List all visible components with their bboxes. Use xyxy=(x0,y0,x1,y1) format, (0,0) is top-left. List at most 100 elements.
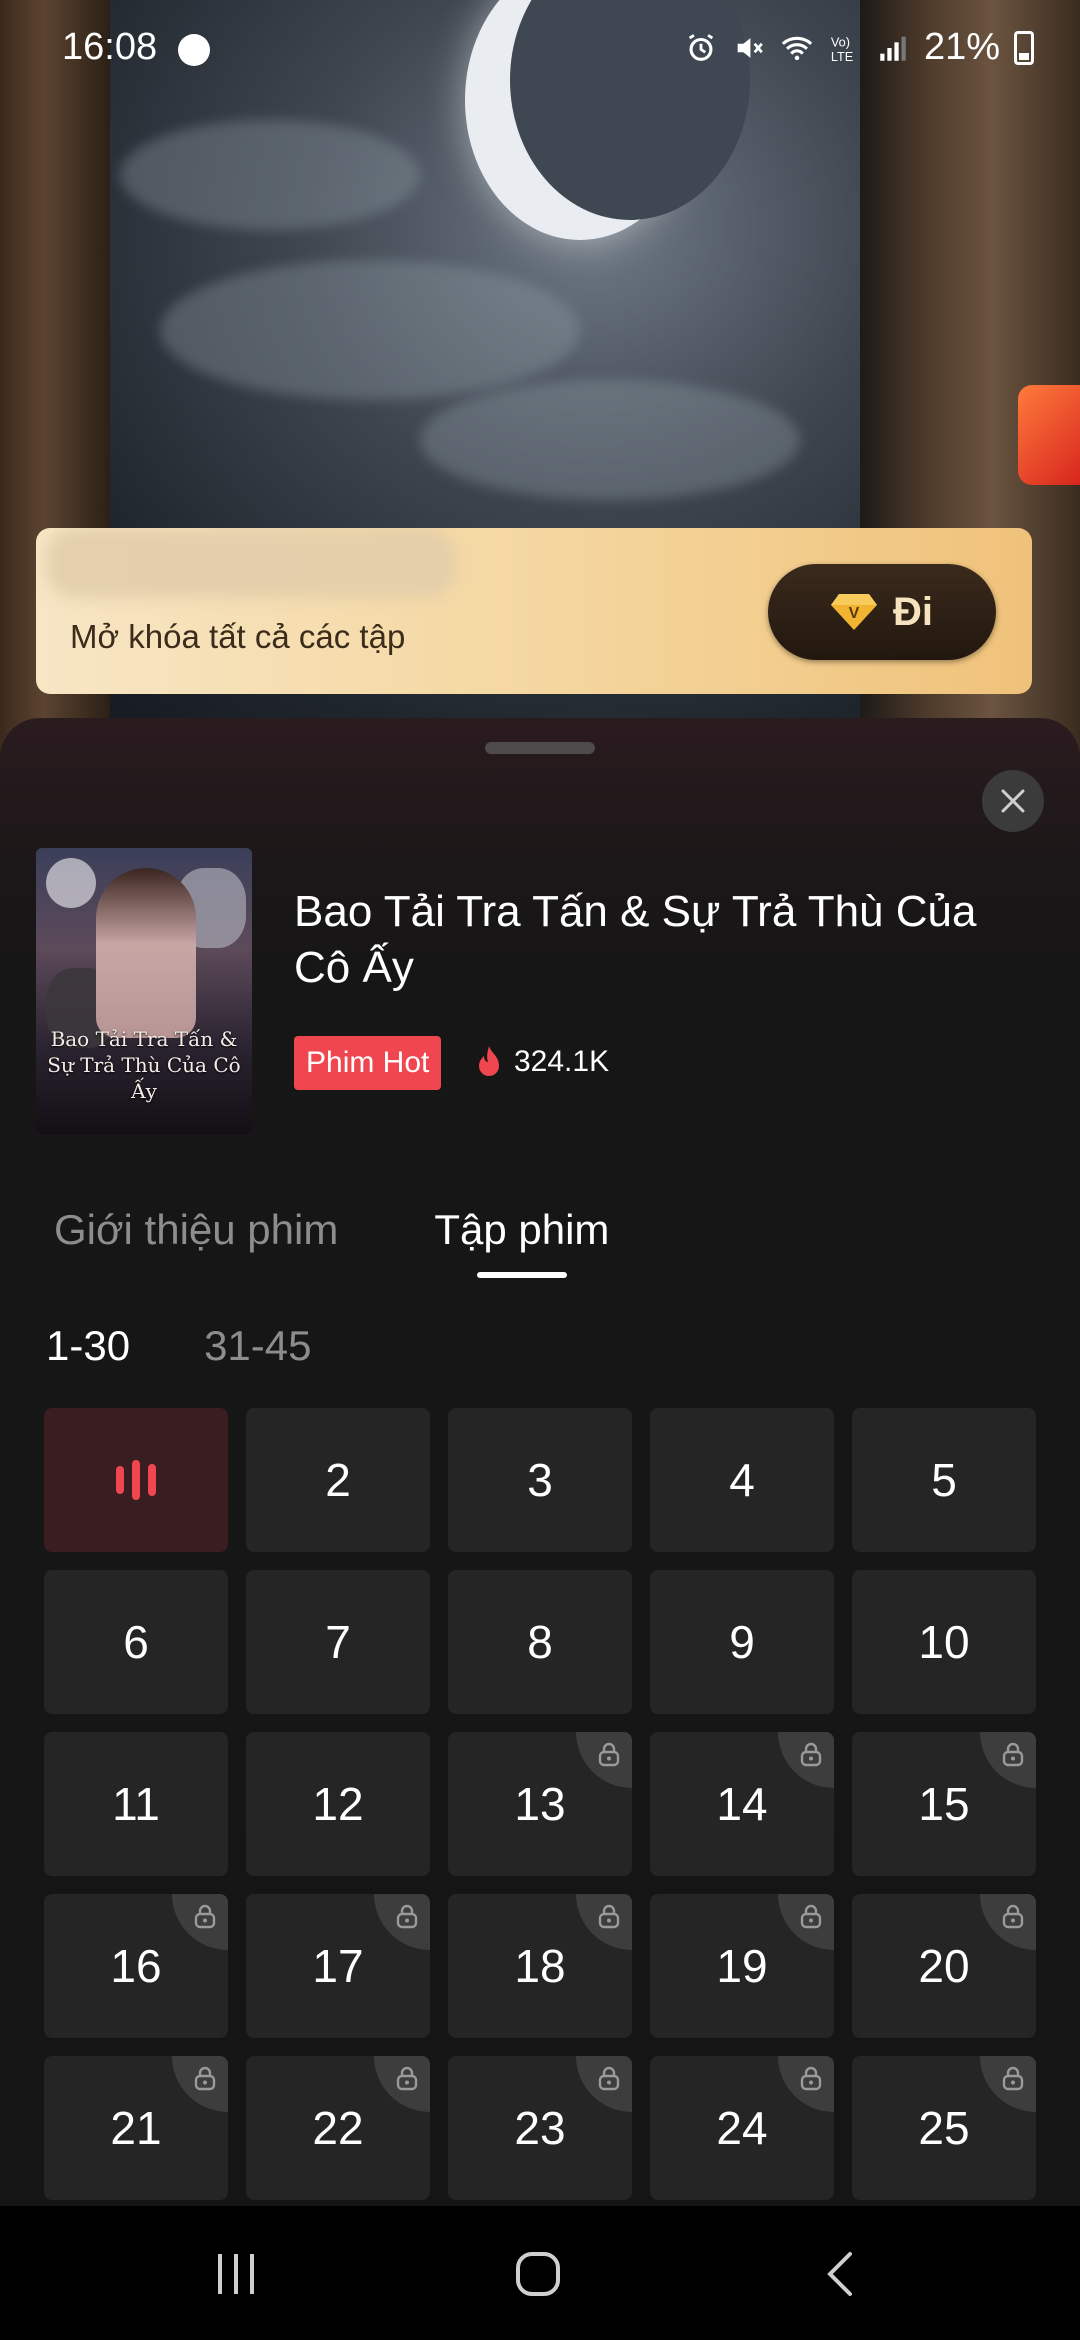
recent-apps-icon xyxy=(218,2254,254,2294)
episode-tile-21[interactable]: 21 xyxy=(44,2056,228,2200)
flame-icon xyxy=(479,1046,499,1076)
system-nav-bar xyxy=(0,2206,1080,2340)
lock-icon xyxy=(576,2056,632,2112)
episode-tile-17[interactable]: 17 xyxy=(246,1894,430,2038)
svg-text:Vo): Vo) xyxy=(831,34,850,49)
episode-number: 17 xyxy=(312,1940,364,1992)
signal-icon xyxy=(880,36,906,61)
episode-grid: 2 3 4 5 6 7 8 9 10 11 12 13 14 15 16 17 18 19 20 21 22 23 24 25 xyxy=(44,1408,1036,2200)
episode-tile-15[interactable]: 15 xyxy=(852,1732,1036,1876)
status-bar: 16:08 Vo) LTE 21% xyxy=(0,0,1080,100)
lock-icon xyxy=(980,2056,1036,2112)
svg-text:V: V xyxy=(849,605,860,622)
wifi-icon xyxy=(781,36,813,60)
episode-number: 4 xyxy=(729,1454,755,1506)
lock-icon xyxy=(778,2056,834,2112)
lock-icon xyxy=(374,2056,430,2112)
lock-icon xyxy=(980,1894,1036,1950)
poster-figure xyxy=(96,868,196,1038)
close-icon xyxy=(1001,789,1025,813)
svg-text:LTE: LTE xyxy=(831,48,853,63)
volte-icon: Vo)LTE xyxy=(831,34,853,63)
range-1-30[interactable]: 1-30 xyxy=(46,1322,130,1370)
episode-range-selector: 1-30 31-45 xyxy=(46,1322,311,1370)
go-button-label: Đi xyxy=(893,589,933,634)
gift-icon[interactable] xyxy=(1018,385,1080,485)
episode-number: 15 xyxy=(918,1778,970,1830)
episode-tile-19[interactable]: 19 xyxy=(650,1894,834,2038)
hot-badge: Phim Hot xyxy=(294,1036,442,1090)
episode-tile-23[interactable]: 23 xyxy=(448,2056,632,2200)
tab-episodes[interactable]: Tập phim xyxy=(434,1206,609,1254)
episode-number: 8 xyxy=(527,1616,553,1668)
episode-tile-6[interactable]: 6 xyxy=(44,1570,228,1714)
episode-number: 12 xyxy=(312,1778,364,1830)
episode-tile-22[interactable]: 22 xyxy=(246,2056,430,2200)
sheet-drag-handle[interactable] xyxy=(485,742,595,754)
battery-icon xyxy=(1014,30,1034,65)
range-31-45[interactable]: 31-45 xyxy=(204,1322,311,1370)
episode-number: 9 xyxy=(729,1616,755,1668)
episode-number: 20 xyxy=(918,1940,970,1992)
episode-number: 7 xyxy=(325,1616,351,1668)
episode-number: 23 xyxy=(514,2102,566,2154)
episode-number: 21 xyxy=(110,2102,162,2154)
vip-gem-icon: V xyxy=(831,594,877,630)
episode-number: 2 xyxy=(325,1454,351,1506)
view-count: 324.1K xyxy=(474,1044,609,1080)
episode-tile-3[interactable]: 3 xyxy=(448,1408,632,1552)
lock-icon xyxy=(576,1732,632,1788)
episode-number: 24 xyxy=(716,2102,768,2154)
view-count-value: 324.1K xyxy=(514,1045,610,1078)
episode-tile-5[interactable]: 5 xyxy=(852,1408,1036,1552)
home-icon xyxy=(516,2252,560,2296)
episode-tile-24[interactable]: 24 xyxy=(650,2056,834,2200)
poster-title: Bao Tải Tra Tấn & Sự Trả Thù Của Cô Ấy xyxy=(47,1027,241,1103)
status-time: 16:08 xyxy=(62,26,158,68)
show-title: Bao Tải Tra Tấn & Sự Trả Thù Của Cô Ấy xyxy=(294,887,977,992)
episode-tile-20[interactable]: 20 xyxy=(852,1894,1036,2038)
episode-tile-10[interactable]: 10 xyxy=(852,1570,1036,1714)
back-icon xyxy=(827,2252,852,2296)
episode-tile-8[interactable]: 8 xyxy=(448,1570,632,1714)
episode-tile-4[interactable]: 4 xyxy=(650,1408,834,1552)
recent-apps-button[interactable] xyxy=(196,2242,276,2306)
battery-percent: 21% xyxy=(923,26,1000,68)
now-playing-icon xyxy=(116,1460,156,1500)
lock-icon xyxy=(778,1894,834,1950)
episode-number: 13 xyxy=(514,1778,566,1830)
back-button[interactable] xyxy=(800,2242,880,2306)
episode-tile-2[interactable]: 2 xyxy=(246,1408,430,1552)
episode-tile-7[interactable]: 7 xyxy=(246,1570,430,1714)
close-button[interactable] xyxy=(982,770,1044,832)
go-button[interactable]: V Đi xyxy=(768,564,996,660)
lock-icon xyxy=(980,1732,1036,1788)
tab-intro[interactable]: Giới thiệu phim xyxy=(54,1206,338,1254)
blurred-user-name xyxy=(46,528,456,598)
episode-tile-18[interactable]: 18 xyxy=(448,1894,632,2038)
episode-tile-12[interactable]: 12 xyxy=(246,1732,430,1876)
lock-icon xyxy=(172,2056,228,2112)
messenger-icon xyxy=(178,34,210,66)
episode-tile-13[interactable]: 13 xyxy=(448,1732,632,1876)
alarm-icon xyxy=(688,33,714,61)
episode-tile-1[interactable] xyxy=(44,1408,228,1552)
lock-icon xyxy=(374,1894,430,1950)
unlock-all-text: Mở khóa tất cả các tập xyxy=(70,618,406,655)
episode-number: 11 xyxy=(112,1778,160,1830)
episode-number: 14 xyxy=(716,1778,768,1830)
episodes-sheet: Bao Tải Tra Tấn & Sự Trả Thù Của Cô Ấy B… xyxy=(0,718,1080,2206)
episode-number: 16 xyxy=(110,1940,162,1992)
show-poster[interactable]: Bao Tải Tra Tấn & Sự Trả Thù Của Cô Ấy xyxy=(36,848,252,1134)
episode-tile-25[interactable]: 25 xyxy=(852,2056,1036,2200)
episode-tile-16[interactable]: 16 xyxy=(44,1894,228,2038)
unlock-all-banner[interactable]: Mở khóa tất cả các tập V Đi xyxy=(36,528,1032,694)
home-button[interactable] xyxy=(498,2242,578,2306)
episode-number: 3 xyxy=(527,1454,553,1506)
episode-tile-14[interactable]: 14 xyxy=(650,1732,834,1876)
tab-bar: Giới thiệu phim Tập phim xyxy=(54,1206,609,1254)
episode-tile-9[interactable]: 9 xyxy=(650,1570,834,1714)
lock-icon xyxy=(172,1894,228,1950)
episode-number: 22 xyxy=(312,2102,364,2154)
episode-tile-11[interactable]: 11 xyxy=(44,1732,228,1876)
